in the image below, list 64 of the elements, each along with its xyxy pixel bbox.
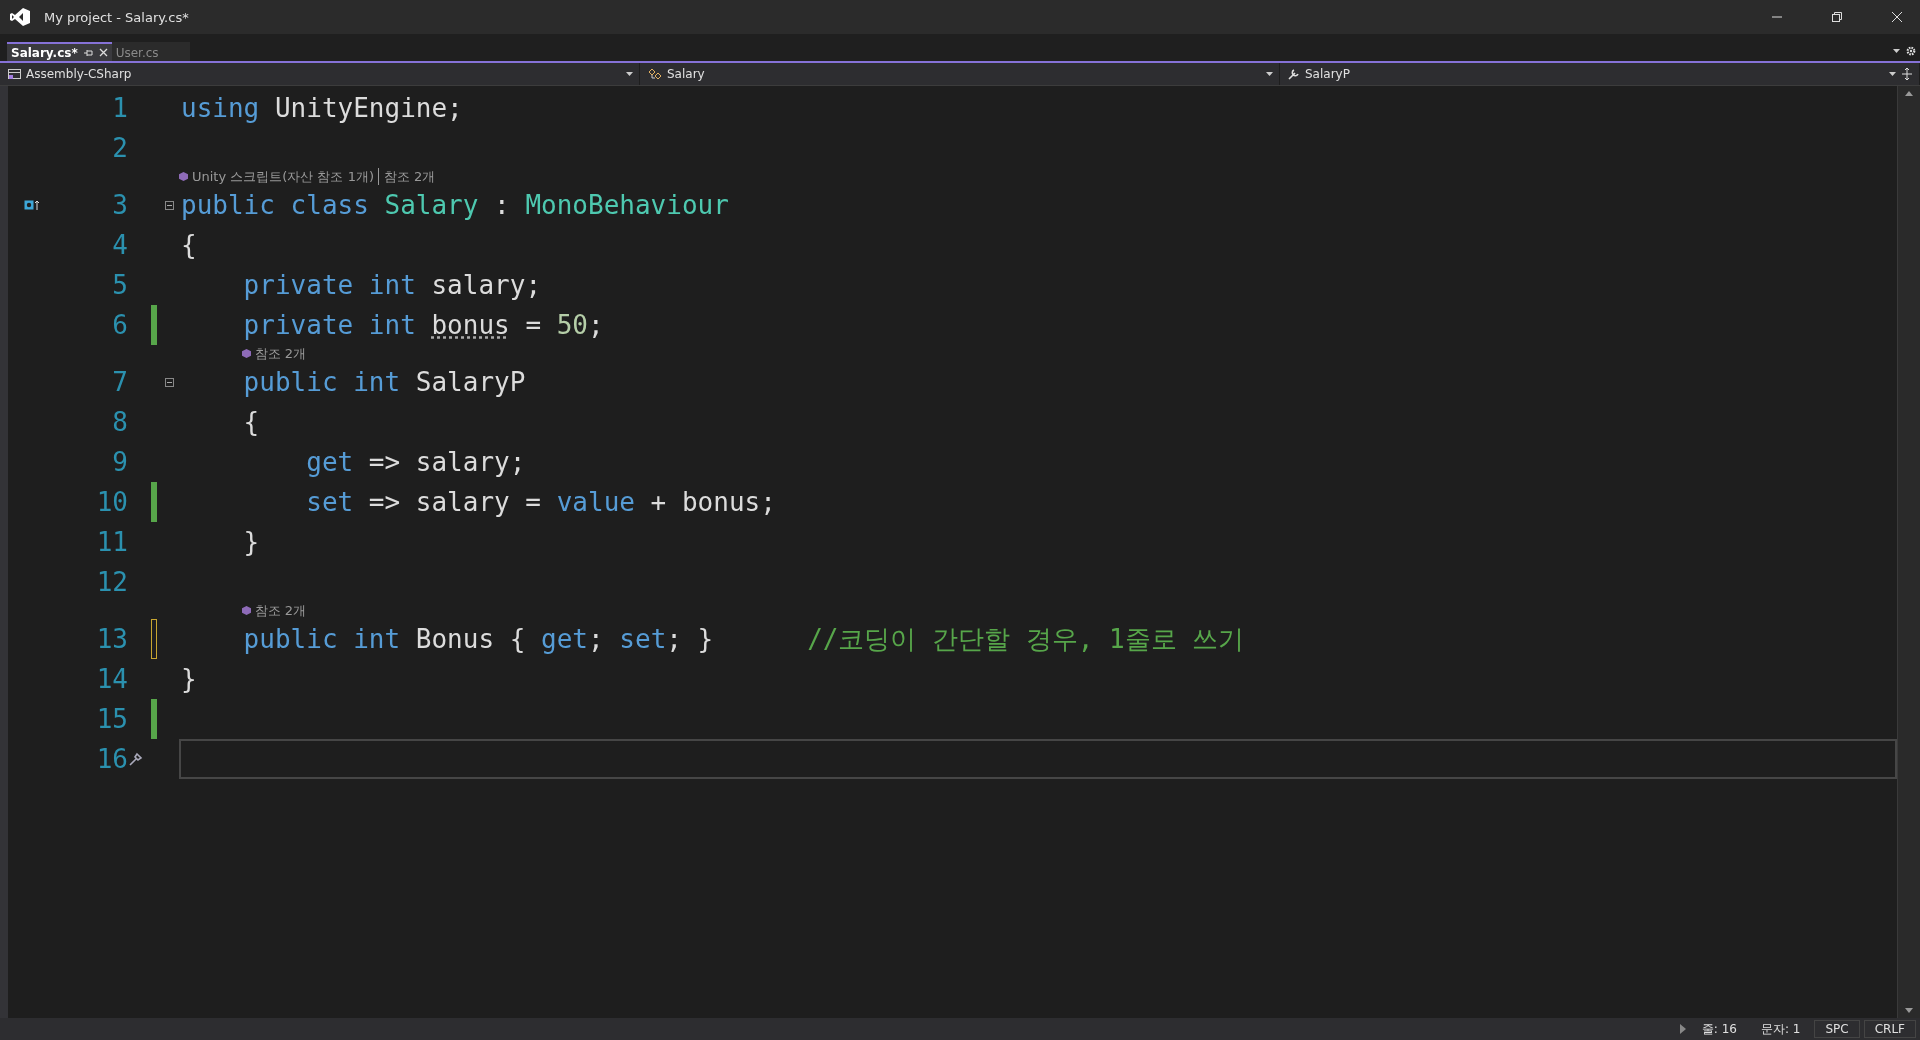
code-line: } bbox=[181, 664, 197, 694]
line-number: 7 bbox=[111, 367, 128, 397]
line-number: 8 bbox=[111, 407, 128, 437]
code-line: get => salary; bbox=[305, 447, 526, 477]
code-line: set => salary = value + bonus; bbox=[305, 487, 776, 517]
line-number: 1 bbox=[111, 93, 128, 123]
cube-icon bbox=[179, 172, 188, 181]
type-dropdown[interactable]: Salary bbox=[640, 63, 1280, 85]
settings-icon[interactable] bbox=[1906, 46, 1916, 56]
collapse-toggle[interactable] bbox=[165, 200, 174, 210]
codelens-link[interactable]: 참조 2개 bbox=[377, 168, 436, 185]
cube-icon bbox=[241, 606, 251, 615]
line-number: 15 bbox=[95, 704, 128, 734]
split-icon[interactable] bbox=[1901, 68, 1913, 80]
line-number: 13 bbox=[95, 624, 128, 654]
document-tab[interactable]: User.cs bbox=[111, 42, 190, 61]
window-title: My project - Salary.cs* bbox=[44, 9, 190, 25]
codelens-link[interactable]: Unity 스크립트(자산 참조 1개) bbox=[192, 168, 374, 185]
document-tab[interactable]: Salary.cs* bbox=[7, 42, 112, 61]
line-indicator[interactable]: 줄: 16 bbox=[1691, 1020, 1747, 1038]
scroll-right-icon[interactable] bbox=[1677, 1023, 1688, 1035]
line-number: 11 bbox=[95, 527, 128, 557]
code-line: public class Salary : MonoBehaviour bbox=[181, 190, 729, 220]
close-icon[interactable] bbox=[1891, 11, 1903, 23]
code-line: public int SalaryP bbox=[242, 367, 526, 397]
code-line: private int bonus = 50; bbox=[242, 310, 604, 340]
inheritance-glyph-icon[interactable] bbox=[24, 199, 40, 211]
app-logo-icon bbox=[10, 8, 30, 26]
codelens-link[interactable]: 참조 2개 bbox=[254, 345, 306, 362]
dropdown-caret-icon[interactable] bbox=[626, 72, 633, 76]
column-indicator[interactable]: 문자: 1 bbox=[1750, 1020, 1811, 1038]
close-icon[interactable] bbox=[98, 48, 108, 57]
line-number: 5 bbox=[111, 270, 128, 300]
line-number: 3 bbox=[111, 190, 128, 220]
dropdown-caret-icon[interactable] bbox=[1889, 72, 1896, 76]
project-icon bbox=[8, 68, 21, 80]
line-number: 14 bbox=[95, 664, 128, 694]
line-number: 4 bbox=[111, 230, 128, 260]
brush-icon[interactable] bbox=[128, 751, 144, 767]
member-dropdown[interactable]: SalaryP bbox=[1280, 63, 1920, 85]
line-number: 6 bbox=[111, 310, 128, 340]
dropdown-caret-icon[interactable] bbox=[1266, 72, 1273, 76]
collapse-toggle[interactable] bbox=[165, 377, 174, 387]
line-number: 10 bbox=[95, 487, 128, 517]
line-ending-indicator[interactable]: CRLF bbox=[1863, 1020, 1916, 1038]
code-line: } bbox=[242, 527, 260, 557]
code-line: public int Bonus { get; set; } //코딩이 간단할 경우, 1줄로 쓰기 bbox=[242, 622, 1245, 656]
wrench-icon bbox=[1288, 68, 1300, 80]
line-number: 12 bbox=[95, 567, 128, 597]
class-icon bbox=[648, 68, 662, 80]
indent-indicator[interactable]: SPC bbox=[1814, 1020, 1860, 1038]
project-dropdown[interactable]: Assembly-CSharp bbox=[0, 63, 640, 85]
code-line: using UnityEngine; bbox=[181, 93, 463, 123]
restore-icon[interactable] bbox=[1831, 11, 1843, 23]
line-number: 16 bbox=[95, 744, 128, 774]
line-number: 2 bbox=[111, 133, 128, 163]
dropdown-caret-icon[interactable] bbox=[1893, 49, 1900, 53]
code-line: { bbox=[242, 407, 260, 437]
cube-icon bbox=[241, 349, 251, 358]
line-number: 9 bbox=[111, 447, 128, 477]
code-line: { bbox=[181, 230, 197, 260]
pin-icon[interactable] bbox=[83, 48, 93, 57]
code-line: private int salary; bbox=[242, 270, 542, 300]
codelens-link[interactable]: 참조 2개 bbox=[254, 602, 306, 619]
